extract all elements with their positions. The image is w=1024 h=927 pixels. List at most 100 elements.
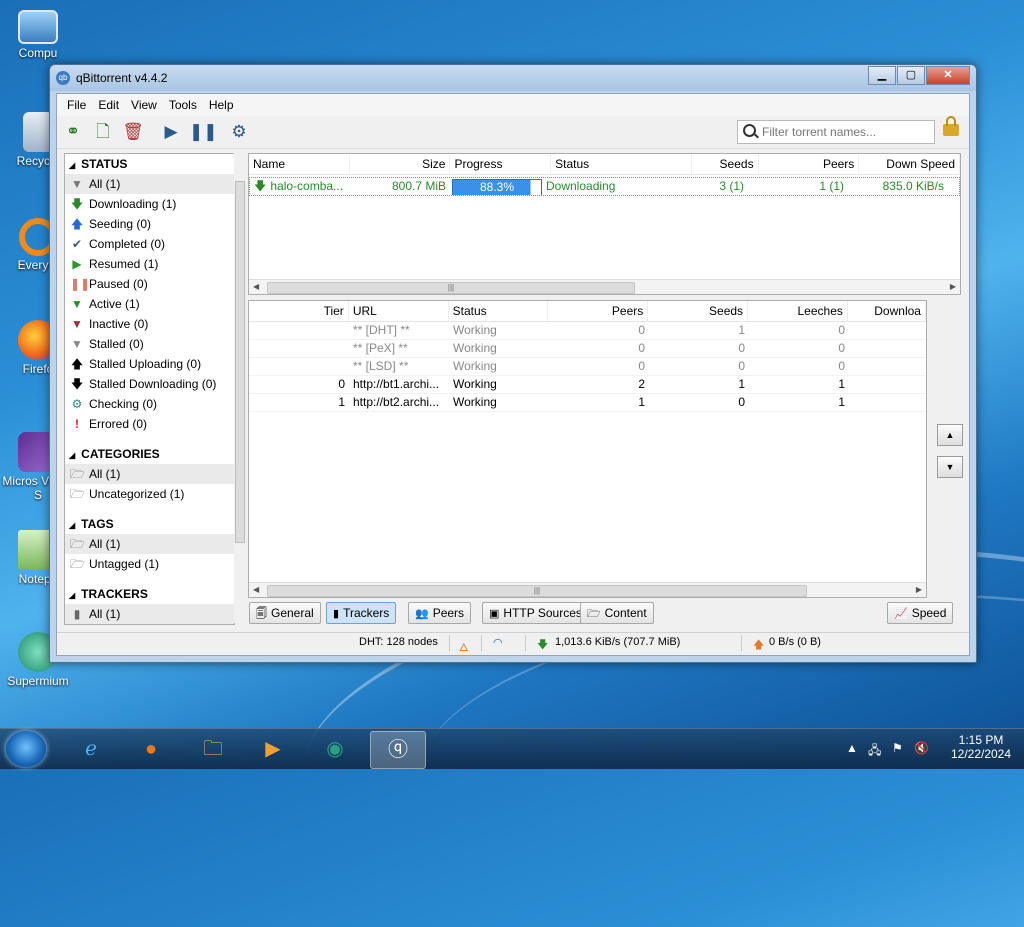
- taskbar-file-explorer-icon[interactable]: 🗀: [186, 731, 240, 767]
- close-button[interactable]: ✕: [926, 66, 970, 85]
- tracker-item-all[interactable]: ▮ All (1): [65, 604, 234, 624]
- add-torrent-link-icon[interactable]: ⚭: [61, 120, 85, 144]
- sidebar-item-active[interactable]: ▼ Active (1): [65, 294, 234, 314]
- column-progress[interactable]: Progress: [450, 154, 552, 174]
- tracker-row[interactable]: 1 http://bt2.archi... Working 1 0 1: [249, 394, 926, 412]
- status-section-header[interactable]: ◢ STATUS: [65, 154, 234, 174]
- tracker-row[interactable]: ** [DHT] ** Working 0 1 0: [249, 322, 926, 340]
- speed-button[interactable]: 📈 Speed: [887, 602, 954, 624]
- menu-file[interactable]: File: [61, 98, 92, 112]
- column-peers[interactable]: Peers: [759, 154, 860, 174]
- tab-general[interactable]: 🗐 General: [249, 602, 321, 624]
- trackers-hscroll-thumb[interactable]: |||: [267, 585, 807, 597]
- tracker-tier-cell: [249, 340, 349, 357]
- sidebar-scrollbar[interactable]: [234, 153, 245, 623]
- up-arrow-black-icon: 🡅: [70, 357, 84, 371]
- scroll-right-icon[interactable]: ▶: [916, 583, 922, 597]
- show-hidden-icons-chevron-icon[interactable]: ▲: [846, 741, 858, 755]
- column-leeches[interactable]: Leeches: [748, 301, 848, 321]
- sidebar-item-stalled[interactable]: ▼ Stalled (0): [65, 334, 234, 354]
- tab-trackers[interactable]: ▮ Trackers: [326, 602, 397, 624]
- sidebar-item-errored[interactable]: ! Errored (0): [65, 414, 234, 434]
- menu-edit[interactable]: Edit: [92, 98, 125, 112]
- options-gear-icon[interactable]: ⚙: [227, 120, 251, 144]
- torrent-row[interactable]: 🡇 halo-comba... 800.7 MiB 88.3% Downloadi…: [249, 177, 960, 196]
- tag-item-untagged[interactable]: 🗁 Untagged (1): [65, 554, 234, 574]
- lock-icon[interactable]: [943, 116, 959, 136]
- action-center-flag-icon[interactable]: ⚑: [892, 741, 903, 755]
- pause-icon[interactable]: ❚❚: [189, 120, 218, 144]
- categories-section-header[interactable]: ◢ CATEGORIES: [65, 444, 234, 464]
- system-clock[interactable]: 1:15 PM 12/22/2024: [946, 733, 1016, 761]
- desktop-icon-computer[interactable]: Compu: [0, 10, 76, 60]
- sidebar-item-downloading[interactable]: 🡇 Downloading (1): [65, 194, 234, 214]
- tab-http-sources[interactable]: ▣ HTTP Sources: [482, 602, 589, 624]
- column-tracker-seeds[interactable]: Seeds: [648, 301, 749, 321]
- torrent-list-hscroll-thumb[interactable]: |||: [267, 282, 635, 294]
- sidebar-scrollbar-thumb[interactable]: [235, 181, 245, 543]
- taskbar-internet-explorer-icon[interactable]: ℯ: [64, 731, 118, 767]
- download-speed-text[interactable]: 1,013.6 KiB/s (707.7 MiB): [555, 636, 680, 648]
- network-icon[interactable]: 🖧: [868, 741, 881, 762]
- column-downloaded[interactable]: Downloa: [848, 301, 926, 321]
- sidebar-item-checking[interactable]: ⚙ Checking (0): [65, 394, 234, 414]
- torrent-list-header: Name Size Progress Status Seeds Peers Do…: [249, 154, 960, 175]
- column-status[interactable]: Status: [551, 154, 692, 174]
- filter-search-box[interactable]: [737, 120, 935, 144]
- start-button[interactable]: [6, 731, 46, 767]
- menu-help[interactable]: Help: [203, 98, 240, 112]
- sidebar-item-paused[interactable]: ❚❚Paused (0): [65, 274, 234, 294]
- sidebar-item-completed[interactable]: ✔ Completed (0): [65, 234, 234, 254]
- move-down-button[interactable]: ▼: [937, 456, 963, 478]
- filter-torrent-input[interactable]: [760, 123, 932, 141]
- tags-section-header[interactable]: ◢ TAGS: [65, 514, 234, 534]
- tag-item-all[interactable]: 🗁 All (1): [65, 534, 234, 554]
- tracker-row[interactable]: 0 http://bt1.archi... Working 2 1 1: [249, 376, 926, 394]
- status-separator: [481, 635, 482, 651]
- speed-limit-gauge-icon[interactable]: ◠: [493, 636, 503, 649]
- sidebar-item-all[interactable]: ▼ All (1): [65, 174, 234, 194]
- scroll-right-icon[interactable]: ▶: [950, 280, 956, 294]
- column-seeds[interactable]: Seeds: [692, 154, 759, 174]
- sidebar-item-inactive[interactable]: ▼ Inactive (0): [65, 314, 234, 334]
- trackers-hscroll[interactable]: ◀ ||| ▶: [249, 582, 926, 597]
- taskbar-media-player-icon[interactable]: ▶: [246, 731, 300, 767]
- sidebar-item-seeding[interactable]: 🡅 Seeding (0): [65, 214, 234, 234]
- delete-torrent-icon[interactable]: 🗑: [121, 120, 145, 144]
- taskbar-qbittorrent-icon[interactable]: ⓠ: [370, 731, 426, 769]
- column-tracker-peers[interactable]: Peers: [548, 301, 649, 321]
- sidebar-item-stalled-downloading[interactable]: 🡇 Stalled Downloading (0): [65, 374, 234, 394]
- upload-speed-text[interactable]: 0 B/s (0 B): [769, 636, 821, 648]
- volume-muted-icon[interactable]: 🔇: [914, 741, 929, 755]
- tracker-row[interactable]: ** [LSD] ** Working 0 0 0: [249, 358, 926, 376]
- minimize-button[interactable]: ▁: [868, 66, 896, 85]
- column-size[interactable]: Size: [350, 154, 451, 174]
- menu-tools[interactable]: Tools: [163, 98, 203, 112]
- taskbar-firefox-icon[interactable]: ●: [124, 731, 178, 767]
- tab-peers[interactable]: 👥 Peers: [408, 602, 472, 624]
- add-torrent-file-icon[interactable]: 🗋: [91, 120, 115, 144]
- tab-content[interactable]: 🗁 Content: [580, 602, 654, 624]
- column-url[interactable]: URL: [349, 301, 449, 321]
- column-tier[interactable]: Tier: [249, 301, 349, 321]
- title-bar[interactable]: qb qBittorrent v4.4.2 ▁ ▢ ✕: [50, 65, 976, 91]
- trackers-section-header[interactable]: ◢ TRACKERS: [65, 584, 234, 604]
- category-item-uncategorized[interactable]: 🗁 Uncategorized (1): [65, 484, 234, 504]
- menu-view[interactable]: View: [125, 98, 163, 112]
- column-down-speed[interactable]: Down Speed: [859, 154, 960, 174]
- category-item-all[interactable]: 🗁 All (1): [65, 464, 234, 484]
- sidebar-item-resumed[interactable]: ▶ Resumed (1): [65, 254, 234, 274]
- column-tracker-status[interactable]: Status: [449, 301, 549, 321]
- torrent-list-hscroll[interactable]: ◀ ||| ▶: [249, 279, 960, 294]
- tracker-icon: ▮: [73, 607, 81, 621]
- connection-status-icon[interactable]: 🜂: [459, 636, 469, 658]
- scroll-left-icon[interactable]: ◀: [253, 280, 259, 294]
- move-up-button[interactable]: ▲: [937, 424, 963, 446]
- column-name[interactable]: Name: [249, 154, 350, 174]
- resume-icon[interactable]: ▶: [159, 120, 183, 144]
- sidebar-item-stalled-uploading[interactable]: 🡅 Stalled Uploading (0): [65, 354, 234, 374]
- tracker-row[interactable]: ** [PeX] ** Working 0 0 0: [249, 340, 926, 358]
- scroll-left-icon[interactable]: ◀: [253, 583, 259, 597]
- taskbar-supermium-icon[interactable]: ◉: [308, 731, 362, 767]
- maximize-button[interactable]: ▢: [897, 66, 925, 85]
